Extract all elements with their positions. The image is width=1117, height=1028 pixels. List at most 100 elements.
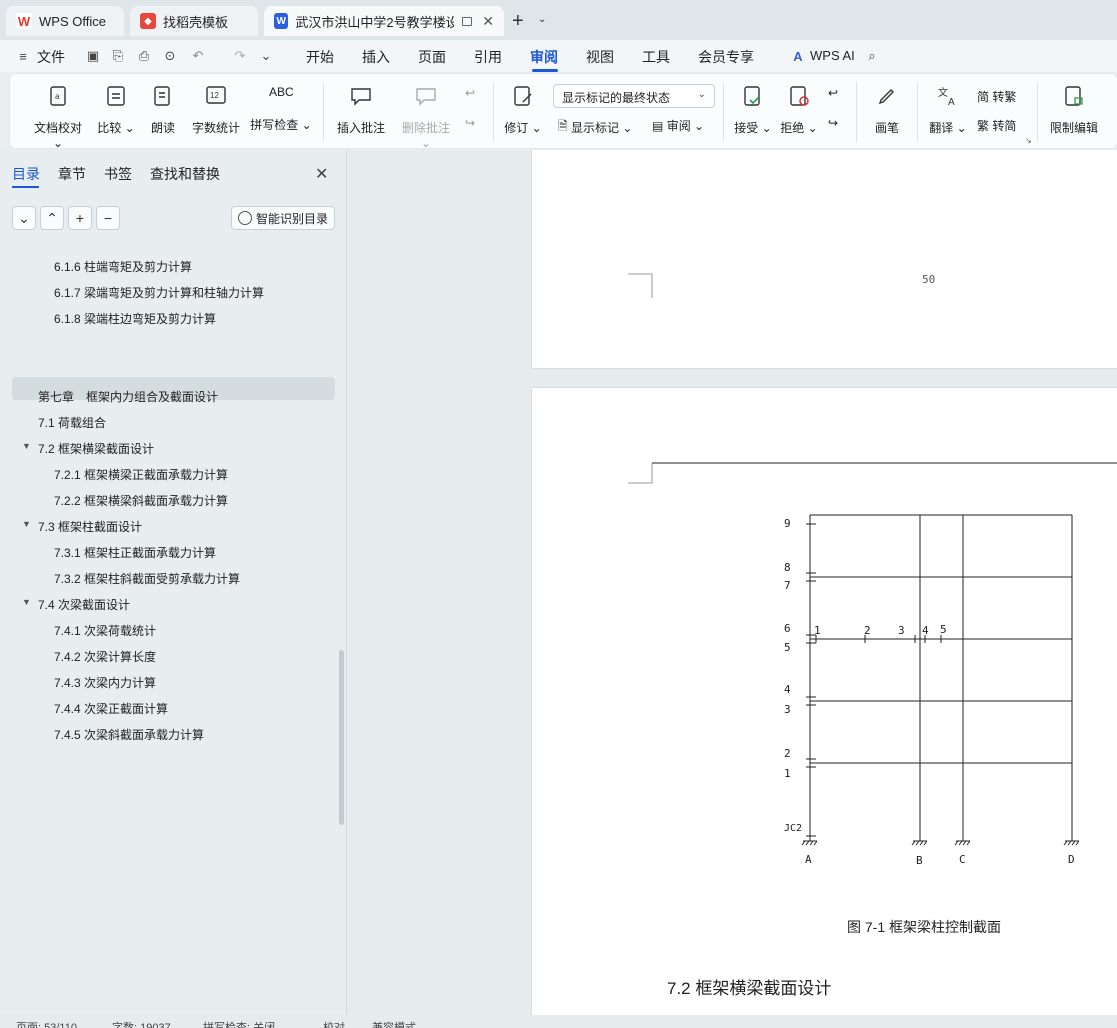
expand-triangle-icon[interactable]: ▼ — [22, 519, 31, 529]
column-label: D — [1068, 853, 1075, 866]
toc-item[interactable]: 7.4.2 次梁计算长度 — [54, 648, 156, 665]
page-50: 50 — [531, 150, 1117, 369]
toc-item[interactable]: 6.1.7 梁端弯矩及剪力计算和柱轴力计算 — [54, 284, 264, 301]
read-aloud-button[interactable]: 朗读 — [148, 84, 178, 136]
read-aloud-icon — [154, 86, 170, 106]
restrict-edit-button[interactable]: 限制编辑 — [1048, 84, 1100, 136]
toc-item[interactable]: ▼ 7.4 次梁截面设计 — [22, 596, 130, 613]
save-icon[interactable]: ▣ — [85, 48, 101, 64]
toc-item[interactable]: ▼ 7.2 框架横梁截面设计 — [22, 440, 154, 457]
prev-comment-icon[interactable]: ↩ — [465, 86, 475, 100]
to-simplified-button[interactable]: 繁 转简 — [977, 117, 1016, 134]
toc-item[interactable]: 7.2.1 框架横梁正截面承载力计算 — [54, 466, 228, 483]
next-comment-icon[interactable]: ↪ — [465, 116, 475, 130]
tab-find-replace[interactable]: 查找和替换 — [150, 164, 220, 184]
document-canvas[interactable]: 50 9 8 7 6 5 4 3 2 1 1 2 3 4 5 JC2 A B C… — [348, 150, 1117, 1015]
search-icon[interactable]: ⌕ — [864, 48, 880, 64]
toc-item-selected[interactable]: 第七章 框架内力组合及截面设计 — [38, 388, 218, 405]
menu-references[interactable]: 引用 — [474, 47, 502, 67]
toc-item[interactable]: 7.3.1 框架柱正截面承载力计算 — [54, 544, 216, 561]
collapse-up-button[interactable]: ⌃ — [40, 206, 64, 230]
menu-tools[interactable]: 工具 — [642, 47, 670, 67]
toc-item[interactable]: ▼ 7.3 框架柱截面设计 — [22, 518, 142, 535]
markup-state-select[interactable]: 显示标记的最终状态 ⌄ — [553, 84, 715, 108]
status-spell[interactable]: 拼写检查: 关闭 — [203, 1019, 275, 1028]
menu-insert[interactable]: 插入 — [362, 47, 390, 67]
toc-item-label: 7.3.2 框架柱斜截面受剪承载力计算 — [54, 572, 241, 586]
next-change-icon[interactable]: ↪ — [828, 116, 838, 130]
tab-wps-office[interactable]: W WPS Office — [6, 6, 124, 36]
new-tab-button[interactable]: + — [512, 10, 524, 33]
tab-docer-templates[interactable]: ◆ 找稻壳模板 — [130, 6, 258, 36]
navigation-pane: 目录 章节 书签 查找和替换 ✕ ⌄ ⌃ + − 智能识别目录 6.1.6 柱端… — [0, 150, 347, 1015]
expand-down-button[interactable]: ⌄ — [12, 206, 36, 230]
redo-icon[interactable]: ↷ — [232, 48, 248, 64]
spell-check-button[interactable]: ABC 拼写检查 ⌄ — [250, 84, 312, 133]
print-preview-icon[interactable]: ⊙ — [162, 48, 178, 64]
doc-check-icon: a — [50, 86, 66, 106]
chevron-down-icon[interactable]: ⌄ — [258, 48, 274, 64]
tab-chapters[interactable]: 章节 — [58, 164, 86, 184]
tab-toc[interactable]: 目录 — [12, 164, 40, 184]
chevron-down-icon: ⌄ — [18, 209, 30, 226]
status-page[interactable]: 页面: 53/110 — [16, 1019, 77, 1028]
toc-item[interactable]: 7.4.3 次梁内力计算 — [54, 674, 156, 691]
close-icon[interactable]: ✕ — [315, 164, 328, 184]
column-label: A — [805, 853, 812, 866]
revise-button[interactable]: 修订 ⌄ — [502, 84, 544, 136]
insert-comment-label: 插入批注 — [336, 121, 385, 135]
delete-comment-button[interactable]: 删除批注 ⌄ — [396, 84, 456, 150]
reject-button[interactable]: 拒绝 ⌄ — [780, 84, 818, 136]
compare-button[interactable]: 比较 ⌄ — [96, 84, 136, 136]
tab-document[interactable]: W 武汉市洪山中学2号教学楼设计 ✕ — [264, 6, 504, 36]
smart-toc-button[interactable]: 智能识别目录 — [231, 206, 335, 230]
show-markup-button[interactable]: 🗎 显示标记 ⌄ — [558, 117, 632, 138]
status-words[interactable]: 字数: 19037 — [112, 1019, 171, 1028]
section-label: 2 — [864, 624, 871, 637]
close-icon[interactable]: ✕ — [482, 13, 494, 30]
pen-label: 画笔 — [874, 121, 899, 135]
menu-wps-ai[interactable]: WPS AI — [810, 48, 855, 63]
review-pane-button[interactable]: ▤ 审阅 ⌄ — [652, 117, 704, 134]
add-heading-button[interactable]: + — [68, 206, 92, 230]
toc-item[interactable]: 7.4.4 次梁正截面计算 — [54, 700, 168, 717]
insert-comment-button[interactable]: 插入批注 — [335, 84, 387, 136]
remove-heading-button[interactable]: − — [96, 206, 120, 230]
print-icon[interactable]: ⎙ — [136, 48, 152, 64]
tab-bookmarks[interactable]: 书签 — [104, 164, 132, 184]
toc-item[interactable]: 6.1.8 梁端柱边弯矩及剪力计算 — [54, 310, 216, 327]
menu-review[interactable]: 审阅 — [530, 47, 558, 67]
undo-icon[interactable]: ↶ — [190, 48, 206, 64]
chevron-down-icon[interactable]: ⌄ — [538, 14, 546, 25]
menu-page[interactable]: 页面 — [418, 47, 446, 67]
menu-member[interactable]: 会员专享 — [698, 47, 754, 67]
menu-view[interactable]: 视图 — [586, 47, 614, 67]
accept-button[interactable]: 接受 ⌄ — [734, 84, 772, 136]
read-aloud-label: 朗读 — [150, 121, 175, 135]
word-count-button[interactable]: 12 字数统计 — [190, 84, 242, 136]
tab-label: 找稻壳模板 — [163, 14, 229, 30]
dialog-launcher-icon[interactable]: ↘ — [1025, 136, 1032, 145]
pen-button[interactable]: 画笔 — [870, 84, 904, 136]
toc-item[interactable]: 7.1 荷载组合 — [38, 414, 106, 431]
status-proof[interactable]: 校对 — [323, 1019, 345, 1028]
hamburger-icon[interactable]: ≡ — [16, 48, 30, 64]
show-markup-label: 显示标记 — [571, 121, 620, 135]
chevron-down-icon: ⌄ — [697, 89, 706, 100]
column-label: B — [916, 854, 923, 867]
menu-file[interactable]: 文件 — [37, 47, 65, 67]
expand-triangle-icon[interactable]: ▼ — [22, 441, 31, 451]
expand-triangle-icon[interactable]: ▼ — [22, 597, 31, 607]
doc-check-button[interactable]: a 文档校对 ⌄ — [28, 84, 88, 150]
toc-item[interactable]: 6.1.6 柱端弯矩及剪力计算 — [54, 258, 192, 275]
sidebar-scrollbar[interactable] — [339, 650, 344, 825]
prev-change-icon[interactable]: ↩ — [828, 86, 838, 100]
toc-item[interactable]: 7.4.1 次梁荷载统计 — [54, 622, 156, 639]
toc-item[interactable]: 7.3.2 框架柱斜截面受剪承载力计算 — [54, 570, 240, 587]
menu-start[interactable]: 开始 — [306, 47, 334, 67]
toc-item[interactable]: 7.4.5 次梁斜截面承载力计算 — [54, 726, 204, 743]
export-icon[interactable]: ⎘ — [110, 48, 126, 64]
to-traditional-button[interactable]: 简 转繁 — [977, 88, 1016, 105]
translate-button[interactable]: 文A 翻译 ⌄ — [928, 84, 968, 136]
toc-item[interactable]: 7.2.2 框架横梁斜截面承载力计算 — [54, 492, 228, 509]
